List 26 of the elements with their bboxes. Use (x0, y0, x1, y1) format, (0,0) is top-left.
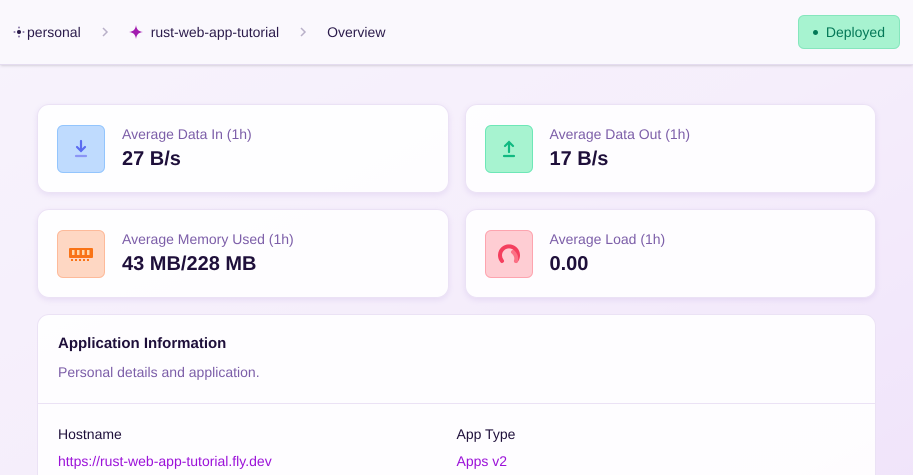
status-label: Deployed (826, 22, 885, 42)
stat-value: 27 B/s (122, 147, 182, 172)
stat-value: 43 MB/228 MB (122, 252, 258, 277)
download-icon (57, 124, 105, 172)
info-subtitle: Personal details and application. (58, 362, 261, 382)
chevron-icon (299, 26, 308, 38)
stat-value: 17 B/s (550, 147, 610, 172)
gauge-icon (484, 230, 532, 278)
field-label: App Type (456, 424, 516, 444)
stat-label: Average Data In (1h) (122, 125, 252, 144)
stat-value: 0.00 (550, 252, 590, 277)
stat-label: Average Memory Used (1h) (122, 230, 294, 249)
stat-label: Average Data Out (1h) (550, 125, 690, 144)
field-value-link[interactable]: https://rust-web-app-tutorial.fly.dev (58, 450, 456, 472)
breadcrumb-link[interactable]: Overview (327, 22, 386, 42)
field-label: Hostname (58, 424, 123, 444)
memory-chip-icon (57, 230, 105, 278)
dots-icon (13, 26, 25, 38)
upload-icon (484, 124, 532, 172)
chevron-icon (100, 26, 109, 38)
sparkle-icon (128, 25, 143, 39)
field-value-link[interactable]: Apps v2 (456, 450, 855, 472)
breadcrumb-link[interactable]: personal (27, 22, 81, 42)
breadcrumb-link[interactable]: rust-web-app-tutorial (150, 22, 280, 42)
stat-label: Average Load (1h) (550, 230, 666, 249)
info-title: Application Information (58, 334, 228, 354)
